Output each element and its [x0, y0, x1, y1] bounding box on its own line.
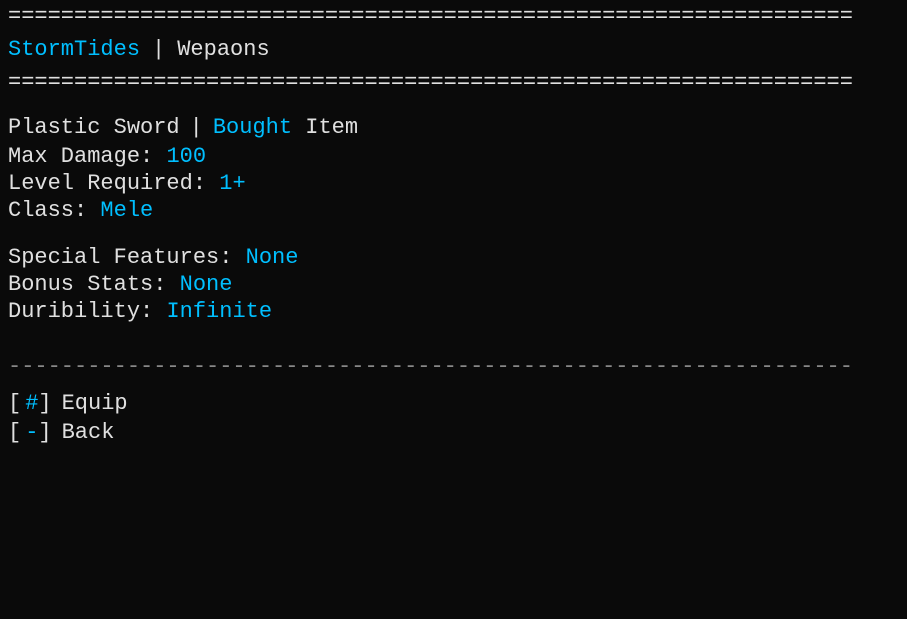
section-title: Wepaons	[177, 37, 269, 62]
duribility-label: Duribility:	[8, 299, 153, 324]
brand-name: StormTides	[8, 37, 140, 62]
level-required-line: Level Required: 1+	[8, 171, 899, 196]
max-damage-line: Max Damage: 100	[8, 144, 899, 169]
header-separator: |	[152, 37, 165, 62]
class-label: Class:	[8, 198, 87, 223]
header-row: StormTides | Wepaons	[0, 31, 907, 68]
divider: ----------------------------------------…	[0, 346, 907, 383]
bought-label: Bought	[213, 115, 292, 140]
bonus-stats-label: Bonus Stats:	[8, 272, 166, 297]
duribility-line: Duribility: Infinite	[8, 299, 899, 324]
second-border: ========================================…	[0, 68, 907, 97]
main-container: ========================================…	[0, 0, 907, 619]
equip-label: Equip	[62, 391, 128, 416]
spacer-2	[0, 326, 907, 346]
special-features-label: Special Features:	[8, 245, 232, 270]
back-bracket-close: ]	[38, 420, 51, 445]
back-label: Back	[62, 420, 115, 445]
content-area: Plastic Sword | Bought Item Max Damage: …	[0, 97, 907, 324]
level-required-label: Level Required:	[8, 171, 206, 196]
title-pipe: |	[190, 115, 203, 140]
item-name: Plastic Sword	[8, 115, 180, 140]
equip-action[interactable]: [ # ] Equip	[8, 391, 899, 416]
duribility-value: Infinite	[166, 299, 272, 324]
special-features-line: Special Features: None	[8, 245, 899, 270]
class-line: Class: Mele	[8, 198, 899, 223]
top-border: ========================================…	[0, 0, 907, 31]
bonus-stats-value: None	[180, 272, 233, 297]
class-value: Mele	[100, 198, 153, 223]
max-damage-value: 100	[166, 144, 206, 169]
bonus-stats-line: Bonus Stats: None	[8, 272, 899, 297]
back-key: -	[25, 420, 38, 445]
max-damage-label: Max Damage:	[8, 144, 153, 169]
equip-bracket-open: [	[8, 391, 21, 416]
back-action[interactable]: [ - ] Back	[8, 420, 899, 445]
special-features-value: None	[246, 245, 299, 270]
equip-key: #	[25, 391, 38, 416]
item-title-row: Plastic Sword | Bought Item	[8, 115, 899, 140]
item-suffix: Item	[292, 115, 358, 140]
actions-area: [ # ] Equip [ - ] Back	[0, 383, 907, 445]
level-required-value: 1+	[219, 171, 245, 196]
spacer-1	[8, 225, 899, 245]
back-bracket-open: [	[8, 420, 21, 445]
equip-bracket-close: ]	[38, 391, 51, 416]
